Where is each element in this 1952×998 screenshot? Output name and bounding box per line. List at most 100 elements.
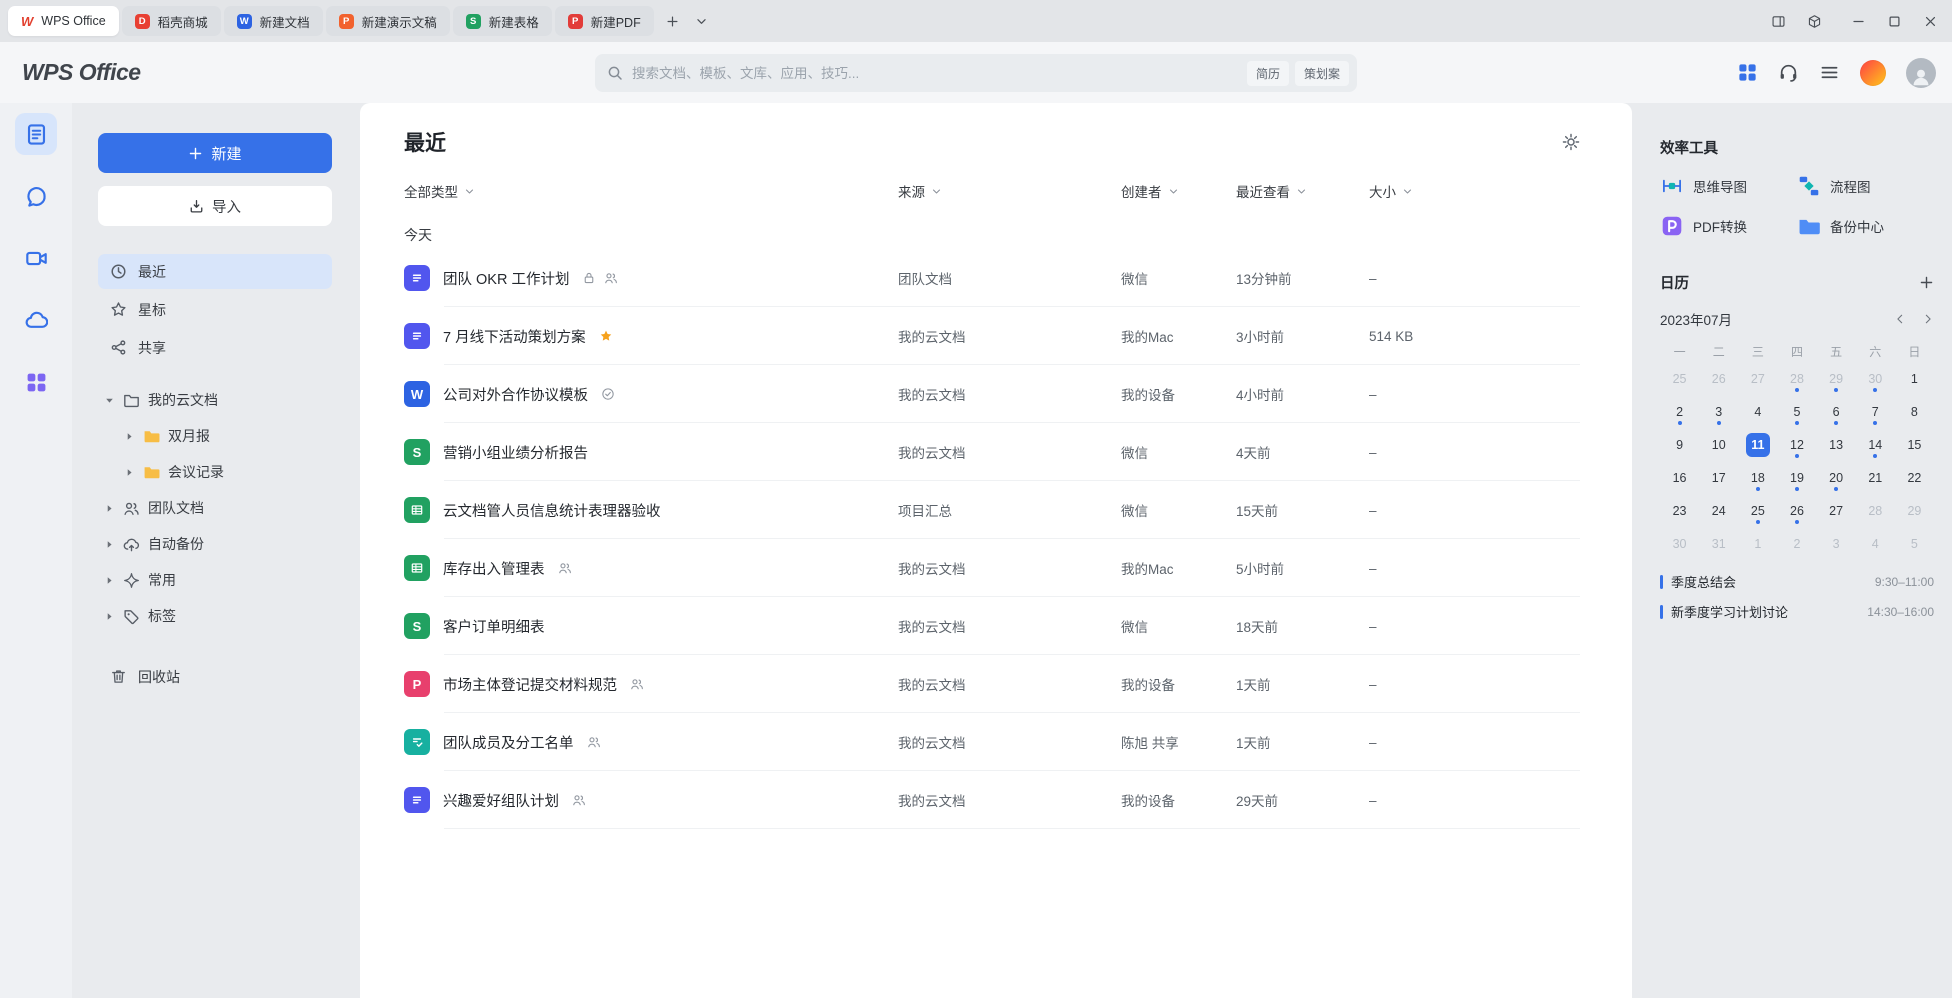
calendar-day[interactable]: 8 — [1895, 395, 1934, 428]
calendar-day[interactable]: 9 — [1660, 428, 1699, 461]
file-row[interactable]: S客户订单明细表我的云文档微信18天前– — [404, 597, 1580, 655]
calendar-day[interactable]: 6 — [1817, 395, 1856, 428]
tab-new-sheet[interactable]: S新建表格 — [453, 6, 552, 36]
calendar-day[interactable]: 2 — [1660, 395, 1699, 428]
new-tab-button[interactable] — [666, 15, 679, 28]
tool-flowchart[interactable]: 流程图 — [1797, 174, 1934, 198]
sidebar-item-recent[interactable]: 最近 — [98, 254, 332, 289]
calendar-day[interactable]: 12 — [1777, 428, 1816, 461]
calendar-day[interactable]: 5 — [1777, 395, 1816, 428]
calendar-day[interactable]: 2 — [1777, 527, 1816, 560]
calendar-day[interactable]: 27 — [1738, 362, 1777, 395]
member-badge-icon[interactable] — [1860, 60, 1886, 86]
calendar-day[interactable]: 10 — [1699, 428, 1738, 461]
tab-new-pdf[interactable]: P新建PDF — [555, 6, 654, 36]
file-row[interactable]: 兴趣爱好组队计划我的云文档我的设备29天前– — [404, 771, 1580, 829]
tab-new-doc[interactable]: W新建文档 — [224, 6, 323, 36]
file-row[interactable]: W公司对外合作协议模板我的云文档我的设备4小时前– — [404, 365, 1580, 423]
maximize-button[interactable] — [1887, 14, 1902, 29]
calendar-day[interactable]: 22 — [1895, 461, 1934, 494]
calendar-day[interactable]: 5 — [1895, 527, 1934, 560]
filter-viewed[interactable]: 最近查看 — [1236, 181, 1369, 201]
add-event-icon[interactable] — [1919, 275, 1934, 290]
file-row[interactable]: S营销小组业绩分析报告我的云文档微信4天前– — [404, 423, 1580, 481]
calendar-day[interactable]: 25 — [1738, 494, 1777, 527]
new-document-button[interactable]: 新建 — [98, 133, 332, 173]
sidebar-item-starred[interactable]: 星标 — [98, 292, 332, 327]
minimize-button[interactable] — [1851, 14, 1866, 29]
toggle-sidebar-icon[interactable] — [1771, 14, 1786, 29]
filter-creator[interactable]: 创建者 — [1121, 181, 1236, 201]
rail-apps-icon[interactable] — [15, 361, 57, 403]
calendar-day[interactable]: 16 — [1660, 461, 1699, 494]
calendar-day[interactable]: 21 — [1856, 461, 1895, 494]
import-button[interactable]: 导入 — [98, 186, 332, 226]
filter-source[interactable]: 来源 — [898, 181, 1121, 201]
calendar-day[interactable]: 4 — [1856, 527, 1895, 560]
calendar-day[interactable]: 13 — [1817, 428, 1856, 461]
file-row[interactable]: P市场主体登记提交材料规范我的云文档我的设备1天前– — [404, 655, 1580, 713]
calendar-day[interactable]: 26 — [1699, 362, 1738, 395]
calendar-day[interactable]: 30 — [1660, 527, 1699, 560]
calendar-day[interactable]: 18 — [1738, 461, 1777, 494]
calendar-day[interactable]: 29 — [1895, 494, 1934, 527]
rail-cloud-drive-icon[interactable] — [15, 299, 57, 341]
file-row[interactable]: 云文档管人员信息统计表理器验收项目汇总微信15天前– — [404, 481, 1580, 539]
calendar-day[interactable]: 3 — [1817, 527, 1856, 560]
calendar-day[interactable]: 17 — [1699, 461, 1738, 494]
calendar-day[interactable]: 30 — [1856, 362, 1895, 395]
tab-wps-office[interactable]: WWPS Office — [8, 6, 119, 36]
rail-meeting-icon[interactable] — [15, 237, 57, 279]
calendar-day[interactable]: 20 — [1817, 461, 1856, 494]
calendar-next-icon[interactable] — [1922, 313, 1934, 325]
search-bar[interactable]: 简历策划案 — [595, 54, 1357, 92]
file-row[interactable]: 团队 OKR 工作计划团队文档微信13分钟前– — [404, 249, 1580, 307]
calendar-prev-icon[interactable] — [1894, 313, 1906, 325]
event-item[interactable]: 新季度学习计划讨论14:30–16:00 — [1660, 602, 1934, 621]
filter-type[interactable]: 全部类型 — [404, 181, 898, 201]
search-input[interactable] — [632, 66, 1238, 81]
calendar-day[interactable]: 24 — [1699, 494, 1738, 527]
event-item[interactable]: 季度总结会9:30–11:00 — [1660, 572, 1934, 591]
calendar-day[interactable]: 1 — [1895, 362, 1934, 395]
calendar-day[interactable]: 11 — [1738, 428, 1777, 461]
sidebar-item-frequent[interactable]: 常用 — [98, 563, 332, 597]
sidebar-item-trash[interactable]: 回收站 — [98, 659, 332, 694]
sidebar-item-tags[interactable]: 标签 — [98, 599, 332, 633]
tool-pdf-convert[interactable]: PDF转换 — [1660, 214, 1797, 238]
calendar-day[interactable]: 23 — [1660, 494, 1699, 527]
tab-overview-dropdown[interactable] — [695, 15, 708, 28]
calendar-day[interactable]: 19 — [1777, 461, 1816, 494]
rail-chat-icon[interactable] — [15, 175, 57, 217]
calendar-day[interactable]: 7 — [1856, 395, 1895, 428]
file-row[interactable]: 库存出入管理表我的云文档我的Mac5小时前– — [404, 539, 1580, 597]
customer-service-icon[interactable] — [1778, 62, 1799, 83]
calendar-day[interactable]: 3 — [1699, 395, 1738, 428]
calendar-day[interactable]: 25 — [1660, 362, 1699, 395]
close-button[interactable] — [1923, 14, 1938, 29]
sidebar-item-meeting-notes[interactable]: 会议记录 — [98, 455, 332, 489]
rail-docs-icon[interactable] — [15, 113, 57, 155]
sidebar-item-team-docs[interactable]: 团队文档 — [98, 491, 332, 525]
calendar-day[interactable]: 1 — [1738, 527, 1777, 560]
sidebar-item-bimonthly-report[interactable]: 双月报 — [98, 419, 332, 453]
tool-mindmap[interactable]: 思维导图 — [1660, 174, 1797, 198]
calendar-day[interactable]: 29 — [1817, 362, 1856, 395]
calendar-day[interactable]: 27 — [1817, 494, 1856, 527]
apps-grid-icon[interactable] — [1737, 62, 1758, 83]
tool-backup-center[interactable]: 备份中心 — [1797, 214, 1934, 238]
file-row[interactable]: 7 月线下活动策划方案我的云文档我的Mac3小时前514 KB — [404, 307, 1580, 365]
calendar-day[interactable]: 14 — [1856, 428, 1895, 461]
user-avatar[interactable] — [1906, 58, 1936, 88]
calendar-day[interactable]: 31 — [1699, 527, 1738, 560]
calendar-day[interactable]: 15 — [1895, 428, 1934, 461]
calendar-day[interactable]: 28 — [1777, 362, 1816, 395]
tab-docer-mall[interactable]: D稻壳商城 — [122, 6, 221, 36]
filter-size[interactable]: 大小 — [1369, 181, 1580, 201]
settings-gear-icon[interactable] — [1562, 133, 1580, 151]
tab-new-slides[interactable]: P新建演示文稿 — [326, 6, 450, 36]
sidebar-item-my-cloud-docs[interactable]: 我的云文档 — [98, 383, 332, 417]
workspace-icon[interactable] — [1807, 14, 1822, 29]
calendar-day[interactable]: 4 — [1738, 395, 1777, 428]
global-menu-icon[interactable] — [1819, 62, 1840, 83]
